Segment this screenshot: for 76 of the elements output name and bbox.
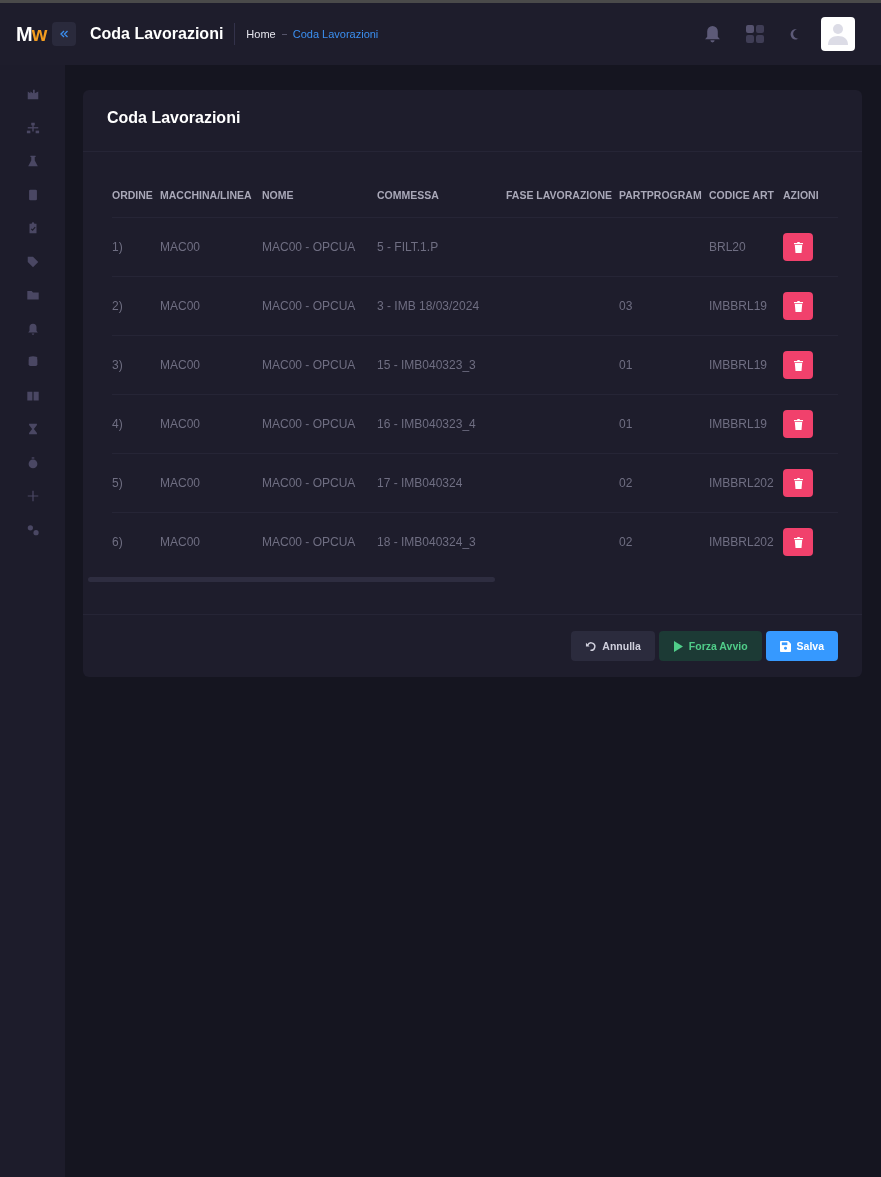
delete-button[interactable]: [783, 292, 813, 320]
plus-icon[interactable]: [25, 489, 40, 503]
network-icon[interactable]: [25, 120, 40, 135]
table-cell: 01: [619, 358, 633, 372]
trash-icon: [793, 477, 803, 489]
cancel-button[interactable]: Annulla: [571, 631, 655, 661]
delete-button[interactable]: [783, 528, 813, 556]
column-header: NOME: [262, 188, 294, 201]
table-cell: 5 - FILT.1.P: [377, 240, 439, 254]
table-cell: IMBBRL202: [709, 535, 774, 549]
table-cell: IMBBRL202: [709, 476, 774, 490]
table-cell: MAC00 - OPCUA: [262, 535, 356, 549]
table-cell: MAC00 - OPCUA: [262, 299, 356, 313]
factory-icon[interactable]: [25, 87, 40, 101]
trash-icon: [793, 536, 803, 548]
column-header: CODICE ART: [709, 188, 774, 201]
delete-button[interactable]: [783, 469, 813, 497]
column-header: FASE LAVORAZIONE: [506, 188, 612, 201]
table-cell: IMBBRL19: [709, 417, 768, 431]
breadcrumb-item[interactable]: Home: [246, 28, 276, 40]
table-cell: 6): [112, 535, 123, 549]
folder-icon[interactable]: [25, 288, 40, 302]
delete-button[interactable]: [783, 233, 813, 261]
moon-icon[interactable]: [790, 28, 799, 40]
trash-icon: [793, 359, 803, 371]
trash-icon: [793, 241, 803, 253]
table-cell: MAC00: [160, 240, 200, 254]
table-cell: MAC00 - OPCUA: [262, 476, 356, 490]
table-cell: 4): [112, 417, 123, 431]
table-cell: 5): [112, 476, 123, 490]
page-title: Coda Lavorazioni: [90, 23, 236, 45]
table-cell: 02: [619, 476, 633, 490]
table-cell: MAC00: [160, 299, 200, 313]
card-title: Coda Lavorazioni: [107, 109, 241, 126]
delete-button[interactable]: [783, 410, 813, 438]
table-cell: BRL20: [709, 240, 746, 254]
table-cell: 01: [619, 417, 633, 431]
collapse-sidebar-button[interactable]: [52, 22, 76, 46]
table-cell: 2): [112, 299, 123, 313]
table-cell: 15 - IMB040323_3: [377, 358, 476, 372]
table-cell: MAC00: [160, 358, 200, 372]
column-header: ORDINE: [112, 188, 153, 201]
table-cell: IMBBRL19: [709, 299, 768, 313]
table-cell: 18 - IMB040324_3: [377, 535, 476, 549]
table-cell: 3 - IMB 18/03/2024: [377, 299, 480, 313]
breadcrumb-item: Coda Lavorazioni: [292, 28, 379, 40]
trash-icon: [793, 418, 803, 430]
delete-button[interactable]: [783, 351, 813, 379]
table-cell: 3): [112, 358, 123, 372]
double-chevron-left-icon: [59, 29, 69, 39]
column-header: COMMESSA: [377, 188, 439, 201]
play-icon: [672, 640, 683, 652]
user-avatar[interactable]: [821, 17, 855, 51]
table-cell: 1): [112, 240, 123, 254]
table-cell: 17 - IMB040324: [377, 476, 463, 490]
table-cell: MAC00: [160, 535, 200, 549]
table-cell: MAC00 - OPCUA: [262, 240, 356, 254]
notification-bell-icon[interactable]: [704, 25, 721, 43]
table-cell: MAC00: [160, 476, 200, 490]
column-header: AZIONI: [783, 188, 819, 201]
table-cell: IMBBRL19: [709, 358, 768, 372]
grid-apps-icon[interactable]: [746, 25, 764, 43]
column-header: PARTPROGRAM: [619, 188, 702, 201]
table-cell: MAC00 - OPCUA: [262, 358, 356, 372]
table-cell: 03: [619, 299, 633, 313]
table-cell: MAC00: [160, 417, 200, 431]
column-header: MACCHINA/LINEA: [160, 188, 252, 201]
tags-icon[interactable]: [25, 254, 40, 269]
table-cell: 16 - IMB040323_4: [377, 417, 476, 431]
trash-icon: [793, 300, 803, 312]
undo-icon: [585, 640, 597, 652]
table-cell: 02: [619, 535, 633, 549]
start-button[interactable]: Forza Avvio: [658, 631, 762, 661]
bell-icon[interactable]: [25, 321, 40, 336]
logo: Mw: [16, 22, 48, 46]
table-cell: MAC00 - OPCUA: [262, 417, 356, 431]
